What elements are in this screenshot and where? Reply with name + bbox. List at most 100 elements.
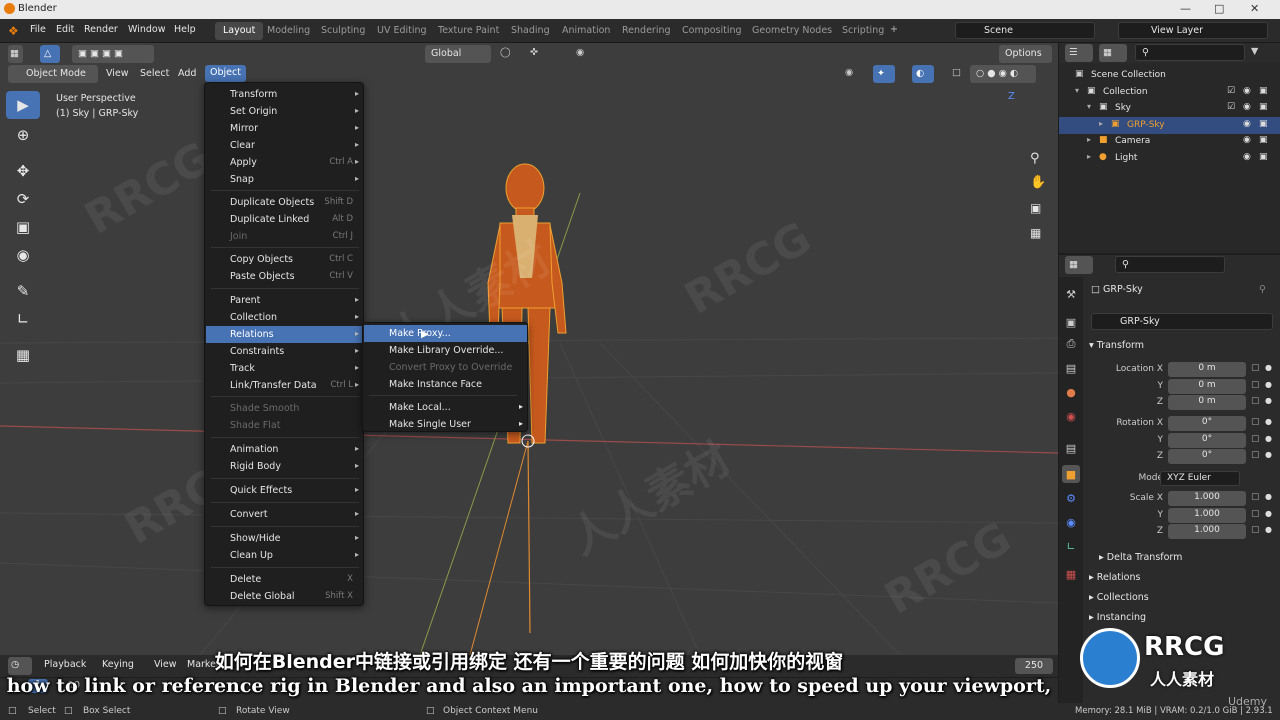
snap-icon[interactable]: ✜ — [530, 47, 538, 58]
workspace-tab-layout[interactable]: Layout — [215, 22, 264, 40]
keyframe-dot-icon[interactable]: ● — [1265, 450, 1272, 459]
workspace-tab-rendering[interactable]: Rendering — [614, 22, 679, 40]
select-tool-icon[interactable]: △ — [40, 45, 60, 63]
menu-window[interactable]: Window — [128, 24, 165, 35]
eye-icon[interactable]: ◉ — [1243, 135, 1251, 145]
render-camera-icon[interactable]: ▣ — [1259, 86, 1268, 96]
scale-y-field[interactable]: 1.000 — [1168, 507, 1246, 523]
scene-selector[interactable]: Scene — [955, 22, 1095, 39]
axis-gizmo[interactable]: Z — [1008, 91, 1038, 121]
maximize-icon[interactable]: □ — [1214, 2, 1224, 15]
object-menu-item-paste-objects[interactable]: Paste Objects Ctrl V — [206, 268, 363, 285]
lock-icon[interactable]: ▢ — [1251, 509, 1260, 519]
object-mode-selector[interactable]: Object Mode — [8, 65, 98, 83]
3d-viewport[interactable]: RRCG 人人素材 RRCG RRCG 人人素材 RRCG ▦ △ ▣ ▣ ▣ … — [0, 43, 1058, 655]
object-menu-item-apply[interactable]: Apply Ctrl A ▸ — [206, 154, 363, 171]
transform-section[interactable]: ▾ Transform — [1089, 340, 1144, 351]
camera-view-icon[interactable]: ▣ — [1030, 201, 1041, 215]
workspace-tab-modeling[interactable]: Modeling — [259, 22, 318, 40]
rotation-mode-selector[interactable]: XYZ Euler — [1160, 471, 1240, 486]
scale-z-field[interactable]: 1.000 — [1168, 524, 1246, 539]
outliner-row-sky[interactable]: ▾ ▣ Sky ☑ ◉ ▣ — [1059, 100, 1280, 117]
pan-hand-icon[interactable]: ✋ — [1030, 175, 1046, 190]
object-menu-item-parent[interactable]: Parent ▸ — [206, 292, 363, 309]
relations-item-make-proxy[interactable]: Make Proxy... — [364, 325, 527, 342]
object-menu-item-animation[interactable]: Animation ▸ — [206, 441, 363, 458]
section-relations[interactable]: ▸ Relations — [1089, 572, 1140, 583]
zoom-icon[interactable]: ⚲ — [1030, 151, 1040, 166]
eye-icon[interactable]: ◉ — [1243, 102, 1251, 112]
add-cube-tool-icon[interactable]: ▦ — [6, 341, 40, 369]
object-menu-item-delete-global[interactable]: Delete Global Shift X — [206, 588, 363, 605]
checkbox-icon[interactable]: ☑ — [1227, 102, 1235, 112]
relations-item-make-single-user[interactable]: Make Single User ▸ — [364, 416, 527, 433]
render-camera-icon[interactable]: ▣ — [1259, 135, 1268, 145]
viewport-menu-add[interactable]: Add — [178, 68, 196, 79]
filter-icon[interactable]: ▼ — [1251, 46, 1258, 57]
physics-tab-icon[interactable]: ◉ — [1062, 513, 1080, 531]
object-menu-item-track[interactable]: Track ▸ — [206, 360, 363, 377]
gizmo-toggle-icon[interactable]: ✦ — [873, 65, 895, 83]
object-menu-item-show-hide[interactable]: Show/Hide ▸ — [206, 530, 363, 547]
minimize-icon[interactable]: — — [1180, 2, 1191, 15]
object-menu-item-delete[interactable]: Delete X — [206, 571, 363, 588]
scale-x-field[interactable]: 1.000 — [1168, 491, 1246, 506]
overlay-toggle-icon[interactable]: ◐ — [912, 65, 934, 83]
workspace-tab-animation[interactable]: Animation — [554, 22, 618, 40]
outliner-search[interactable]: ⚲ — [1135, 44, 1245, 61]
expand-arrow-icon[interactable]: ▸ — [1099, 119, 1103, 128]
visibility-icon[interactable]: ◉ — [845, 67, 853, 78]
expand-arrow-icon[interactable]: ▸ — [1087, 152, 1091, 161]
workspace-tab-compositing[interactable]: Compositing — [674, 22, 750, 40]
lock-icon[interactable]: ▢ — [1251, 380, 1260, 390]
render-camera-icon[interactable]: ▣ — [1259, 119, 1268, 129]
workspace-tab-shading[interactable]: Shading — [503, 22, 558, 40]
section-instancing[interactable]: ▸ Instancing — [1089, 612, 1146, 623]
view-layer-selector[interactable]: View Layer — [1118, 22, 1268, 39]
keyframe-dot-icon[interactable]: ● — [1265, 380, 1272, 389]
lock-icon[interactable]: ▢ — [1251, 525, 1260, 535]
object-menu-item-relations[interactable]: Relations ▸ — [206, 326, 363, 343]
annotate-tool-icon[interactable]: ✎ — [6, 277, 40, 305]
move-tool-icon[interactable]: ✥ — [6, 157, 40, 185]
keyframe-dot-icon[interactable]: ● — [1265, 492, 1272, 501]
location-z-field[interactable]: 0 m — [1168, 395, 1246, 410]
relations-item-make-library-override[interactable]: Make Library Override... — [364, 342, 527, 359]
menu-file[interactable]: File — [30, 24, 46, 35]
render-tab-icon[interactable]: ▣ — [1062, 313, 1080, 331]
outliner-row-camera[interactable]: ▸ ■ Camera ◉ ▣ — [1059, 133, 1280, 150]
lock-icon[interactable]: ▢ — [1251, 417, 1260, 427]
collection-tab-icon[interactable]: ▤ — [1062, 439, 1080, 457]
object-name-field[interactable]: GRP-Sky — [1091, 313, 1273, 330]
keyframe-dot-icon[interactable]: ● — [1265, 396, 1272, 405]
object-menu-item-copy-objects[interactable]: Copy Objects Ctrl C — [206, 251, 363, 268]
object-menu-item-clear[interactable]: Clear ▸ — [206, 137, 363, 154]
rotation-x-field[interactable]: 0° — [1168, 416, 1246, 431]
texture-tab-icon[interactable]: ▦ — [1062, 565, 1080, 583]
world-tab-icon[interactable]: ◉ — [1062, 407, 1080, 425]
render-camera-icon[interactable]: ▣ — [1259, 152, 1268, 162]
properties-editor-icon[interactable]: ▦ — [1065, 256, 1093, 274]
object-menu-item-clean-up[interactable]: Clean Up ▸ — [206, 547, 363, 564]
expand-arrow-icon[interactable]: ▸ — [1087, 135, 1091, 144]
object-menu-item-quick-effects[interactable]: Quick Effects ▸ — [206, 482, 363, 499]
transform-tool-icon[interactable]: ◉ — [6, 241, 40, 269]
rotate-tool-icon[interactable]: ⟳ — [6, 185, 40, 213]
outliner-editor-icon[interactable]: ☰ — [1065, 44, 1093, 62]
object-menu-item-mirror[interactable]: Mirror ▸ — [206, 120, 363, 137]
workspace-tab-geometry-nodes[interactable]: Geometry Nodes — [744, 22, 840, 40]
menu-help[interactable]: Help — [174, 24, 196, 35]
object-menu-item-constraints[interactable]: Constraints ▸ — [206, 343, 363, 360]
scene-tab-icon[interactable]: ● — [1062, 383, 1080, 401]
eye-icon[interactable]: ◉ — [1243, 119, 1251, 129]
object-menu-item-duplicate-objects[interactable]: Duplicate Objects Shift D — [206, 194, 363, 211]
viewport-menu-select[interactable]: Select — [140, 68, 169, 79]
workspace-tab-sculpting[interactable]: Sculpting — [313, 22, 373, 40]
tool-tab-icon[interactable]: ⚒ — [1062, 285, 1080, 303]
pin-icon[interactable]: ⚲ — [1259, 284, 1266, 295]
checkbox-icon[interactable]: ☑ — [1227, 86, 1235, 96]
display-mode-icon[interactable]: ▦ — [1099, 44, 1127, 62]
object-tab-icon[interactable]: ■ — [1062, 465, 1080, 483]
options-button[interactable]: Options — [999, 45, 1052, 63]
blender-menu-icon[interactable]: ❖ — [8, 24, 19, 38]
